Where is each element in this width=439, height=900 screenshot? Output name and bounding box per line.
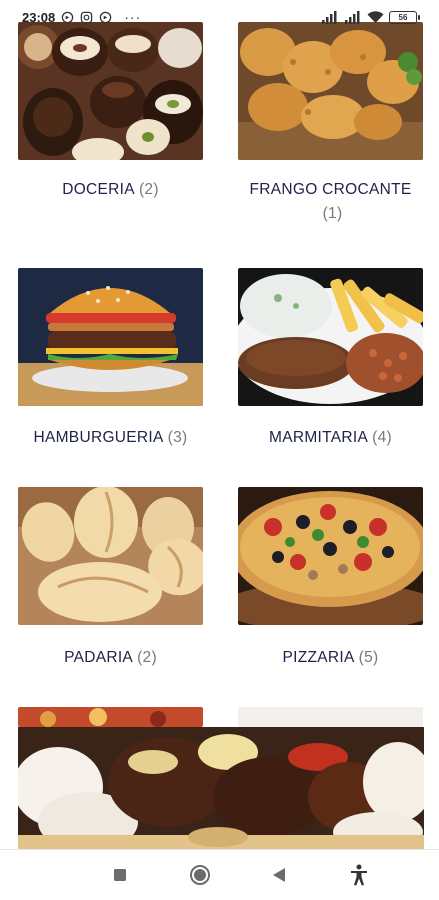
promo-image[interactable] bbox=[18, 727, 424, 849]
category-count: (3) bbox=[167, 429, 188, 446]
home-button[interactable] bbox=[180, 855, 220, 895]
category-name: DOCERIA bbox=[62, 181, 135, 198]
status-bar: 23:08 ··· 56 bbox=[0, 0, 439, 34]
category-name: PIZZARIA bbox=[282, 649, 355, 666]
category-label-doceria: DOCERIA (2) bbox=[8, 178, 213, 202]
category-image-frango-crocante[interactable] bbox=[238, 22, 423, 160]
signal-icon bbox=[322, 10, 337, 24]
category-image-partial[interactable] bbox=[238, 707, 423, 727]
status-left: 23:08 ··· bbox=[22, 9, 141, 25]
accessibility-button[interactable] bbox=[339, 855, 379, 895]
instagram-icon bbox=[80, 11, 93, 23]
category-name: FRANGO CROCANTE bbox=[249, 181, 412, 198]
category-image-marmitaria[interactable] bbox=[238, 268, 423, 406]
category-count: (5) bbox=[358, 649, 379, 666]
category-label-frango-crocante: FRANGO CROCANTE (1) bbox=[228, 178, 433, 226]
status-right: 56 bbox=[321, 10, 420, 24]
navigation-bar bbox=[0, 849, 439, 900]
category-name: MARMITARIA bbox=[269, 429, 369, 446]
whatsapp-icon bbox=[61, 11, 74, 23]
status-time: 23:08 bbox=[22, 9, 56, 25]
category-image-partial[interactable] bbox=[18, 707, 203, 727]
category-image-doceria[interactable] bbox=[18, 22, 203, 160]
back-button[interactable] bbox=[259, 855, 299, 895]
category-count: (2) bbox=[137, 649, 157, 666]
category-name: HAMBURGUERIA bbox=[33, 429, 164, 446]
wifi-icon bbox=[367, 10, 384, 23]
category-label-pizzaria: PIZZARIA (5) bbox=[228, 646, 433, 670]
recent-apps-icon bbox=[113, 869, 126, 881]
category-image-pizzaria[interactable] bbox=[238, 487, 423, 625]
status-more-dots: ··· bbox=[124, 9, 142, 25]
signal-icon bbox=[345, 10, 360, 24]
back-icon bbox=[273, 868, 286, 882]
screen: 23:08 ··· 56 DOCERIA (2) FRANGO CROCANTE… bbox=[0, 0, 439, 900]
whatsapp-icon bbox=[99, 11, 112, 23]
category-label-padaria: PADARIA (2) bbox=[8, 646, 213, 670]
accessibility-icon bbox=[351, 864, 368, 886]
category-image-padaria[interactable] bbox=[18, 487, 203, 625]
category-count: (4) bbox=[372, 429, 392, 446]
battery-icon: 56 bbox=[389, 10, 420, 24]
category-image-hamburgueria[interactable] bbox=[18, 268, 203, 406]
category-name: PADARIA bbox=[64, 649, 134, 666]
recent-apps-button[interactable] bbox=[100, 855, 140, 895]
home-icon bbox=[189, 865, 210, 885]
category-count: (1) bbox=[322, 205, 343, 222]
category-label-hamburgueria: HAMBURGUERIA (3) bbox=[8, 426, 213, 450]
category-label-marmitaria: MARMITARIA (4) bbox=[228, 426, 433, 450]
category-count: (2) bbox=[138, 181, 159, 198]
